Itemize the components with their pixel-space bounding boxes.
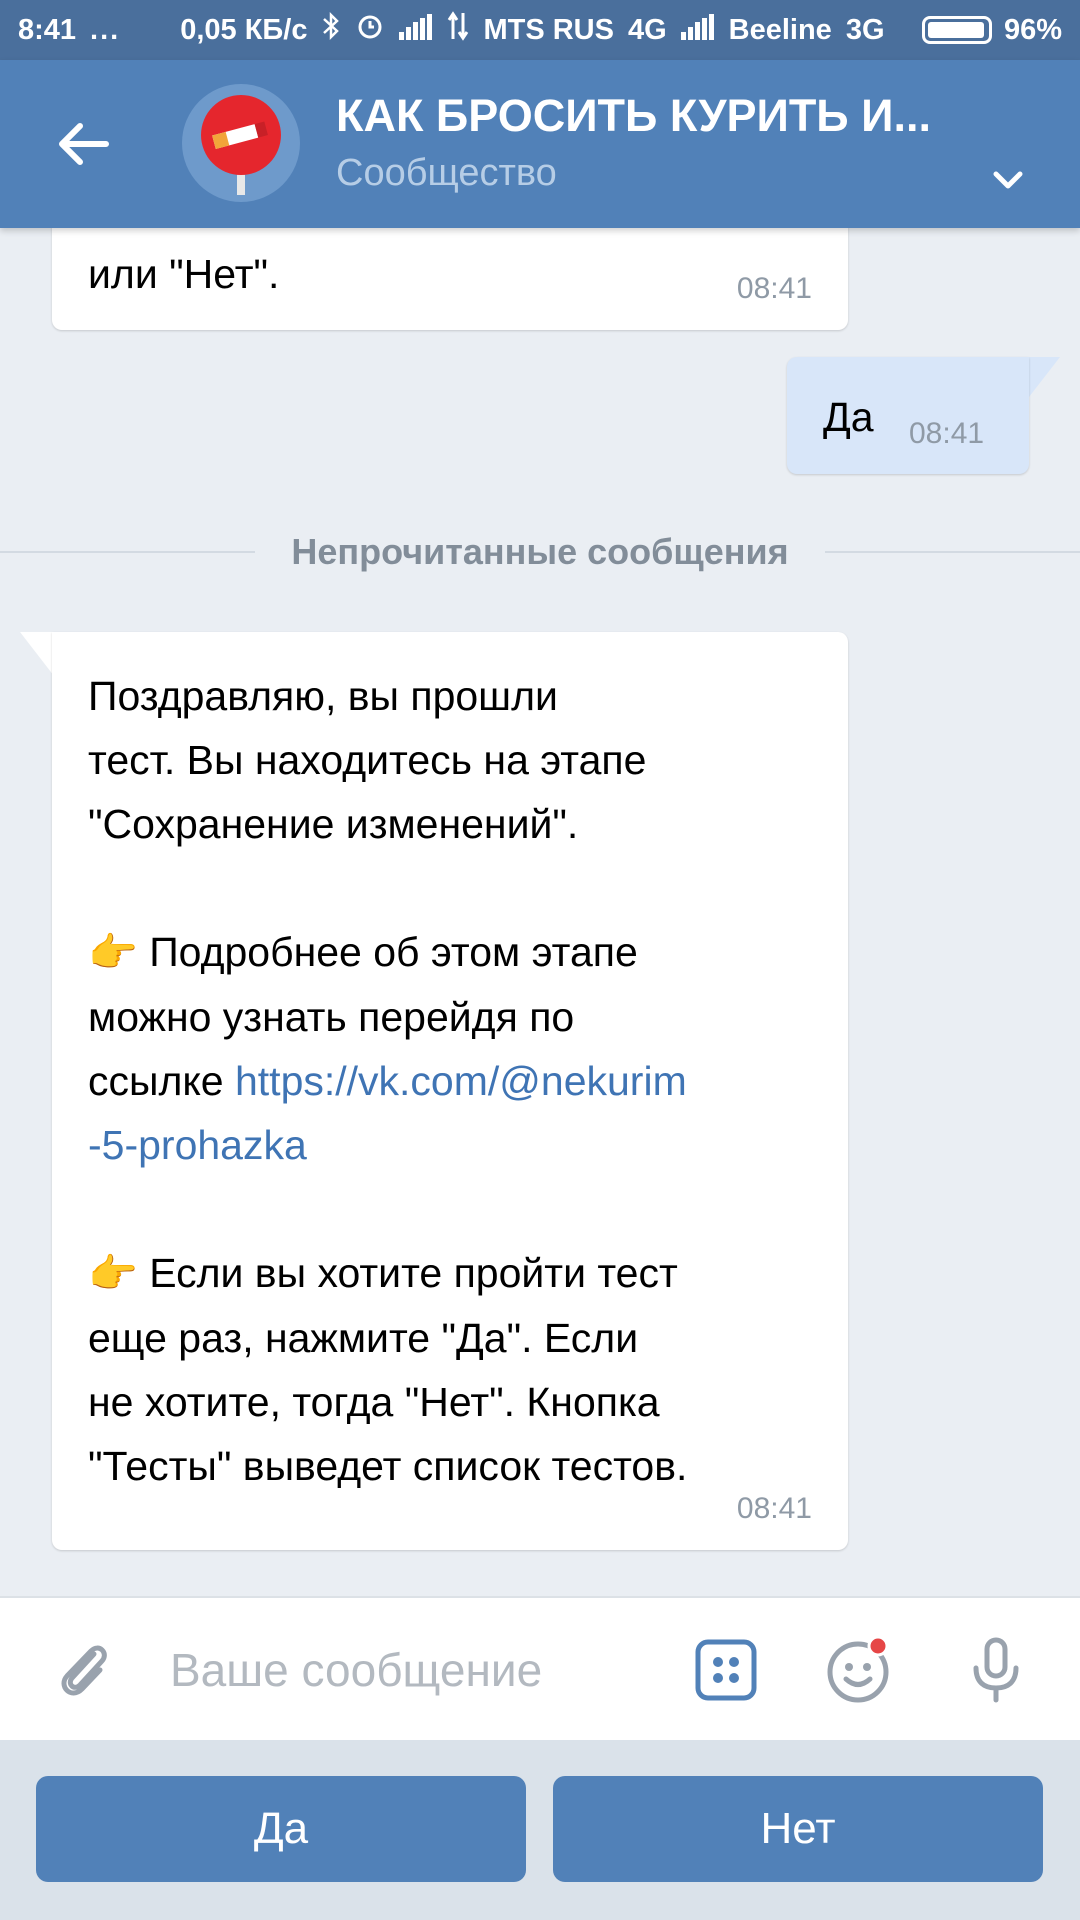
status-more-dots: ...	[90, 13, 121, 46]
signal-icon	[399, 13, 433, 47]
message-bubble-outgoing[interactable]: Да 08:41	[787, 357, 1029, 474]
community-subtitle: Сообщество	[336, 152, 557, 194]
bot-keyboard-button[interactable]	[690, 1634, 762, 1706]
battery-icon	[921, 16, 992, 44]
status-time: 8:41	[18, 13, 77, 46]
smile-icon	[827, 1635, 889, 1703]
message-time: 08:41	[736, 272, 812, 305]
message-input[interactable]	[170, 1634, 670, 1706]
paperclip-icon	[61, 1645, 107, 1696]
unread-divider: Непрочитанные сообщения	[0, 530, 1080, 574]
signal-icon-2	[680, 13, 715, 47]
microphone-icon	[973, 1637, 1019, 1703]
network-speed: 0,05 КБ/с	[180, 13, 308, 46]
pointing-hand-icon: 👉	[88, 931, 138, 975]
pointing-hand-icon: 👉	[88, 1252, 138, 1296]
unread-label: Непрочитанные сообщения	[291, 531, 789, 572]
no-smoking-icon	[201, 95, 281, 195]
message-paragraph-1: Поздравляю, вы прошли тест. Вы находитес…	[88, 673, 647, 847]
status-bar: 8:41 ... 0,05 КБ/с MTS RUS 4G Beeline 3G…	[0, 0, 1080, 60]
arrow-left-icon	[59, 123, 109, 165]
divider-line	[824, 551, 1080, 553]
network-type-2: 3G	[845, 13, 885, 46]
bot-keyboard: Да Нет	[0, 1740, 1080, 1920]
message-text: Да	[823, 394, 874, 440]
header-menu-button[interactable]	[988, 160, 1028, 200]
keyboard-icon	[695, 1639, 757, 1701]
community-avatar[interactable]	[182, 84, 300, 202]
attach-button[interactable]	[48, 1634, 120, 1706]
carrier-1: MTS RUS	[483, 13, 614, 46]
bubble-tail	[20, 632, 54, 676]
alarm-icon	[355, 11, 385, 49]
data-transfer-icon	[447, 11, 469, 49]
message-bubble-incoming[interactable]: Поздравляю, вы прошли тест. Вы находитес…	[52, 632, 848, 1550]
divider-line	[0, 551, 256, 553]
message-time: 08:41	[736, 1492, 812, 1525]
chevron-down-icon	[993, 171, 1023, 189]
carrier-2: Beeline	[728, 13, 832, 46]
message-time: 08:41	[909, 417, 985, 450]
message-text: или "Нет".	[88, 251, 280, 297]
emoji-button[interactable]	[822, 1634, 894, 1706]
no-button[interactable]: Нет	[553, 1776, 1043, 1882]
battery-percent: 96%	[1003, 13, 1062, 46]
voice-message-button[interactable]	[960, 1634, 1032, 1706]
community-title[interactable]: КАК БРОСИТЬ КУРИТЬ И...	[336, 90, 956, 142]
message-input-bar	[0, 1596, 1080, 1740]
message-paragraph-3: Если вы хотите пройти тест еще раз, нажм…	[88, 1250, 688, 1489]
chat-header: КАК БРОСИТЬ КУРИТЬ И... Сообщество	[0, 60, 1080, 228]
back-button[interactable]	[52, 112, 116, 176]
network-type-1: 4G	[627, 13, 667, 46]
yes-button[interactable]: Да	[36, 1776, 526, 1882]
bluetooth-icon	[321, 11, 341, 49]
